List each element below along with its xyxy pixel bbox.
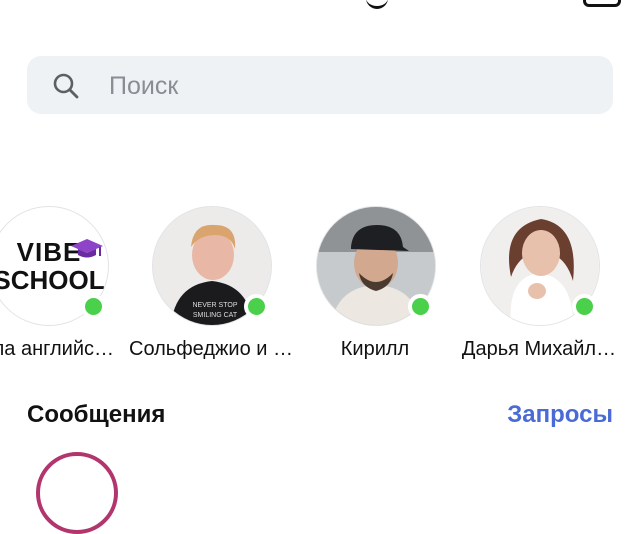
online-indicator: [408, 294, 433, 319]
messages-title: Сообщения: [27, 401, 166, 428]
online-indicator: [244, 294, 269, 319]
requests-link[interactable]: Запросы: [507, 401, 613, 429]
search-bar[interactable]: [27, 56, 613, 114]
story-name: Сольфеджио и …: [129, 338, 293, 360]
graduation-cap-icon: [71, 239, 103, 258]
header-fragment: [366, 0, 388, 9]
story-darya[interactable]: Дарья Михайл…: [457, 200, 621, 370]
search-input[interactable]: [107, 68, 591, 104]
chat-avatar[interactable]: [36, 452, 118, 534]
stories-row: VIBE SCHOOL ола английс… NEVER STOP SMIL…: [0, 200, 640, 370]
story-solfeggio[interactable]: NEVER STOP SMILING CAT Сольфеджио и …: [129, 200, 293, 370]
story-vibe-school[interactable]: VIBE SCHOOL ола английс…: [0, 200, 130, 370]
story-name: Кирилл: [340, 338, 410, 360]
svg-text:SMILING CAT: SMILING CAT: [193, 312, 238, 319]
svg-text:NEVER STOP: NEVER STOP: [193, 302, 238, 309]
story-name: Дарья Михайл…: [461, 338, 617, 360]
avatar-logo-text: SCHOOL: [0, 265, 105, 295]
compose-icon[interactable]: [583, 0, 621, 7]
online-indicator: [572, 294, 597, 319]
story-name: ола английс…: [0, 338, 115, 360]
search-icon: [53, 73, 79, 99]
online-indicator: [81, 294, 106, 319]
story-kirill[interactable]: Кирилл: [293, 200, 457, 370]
